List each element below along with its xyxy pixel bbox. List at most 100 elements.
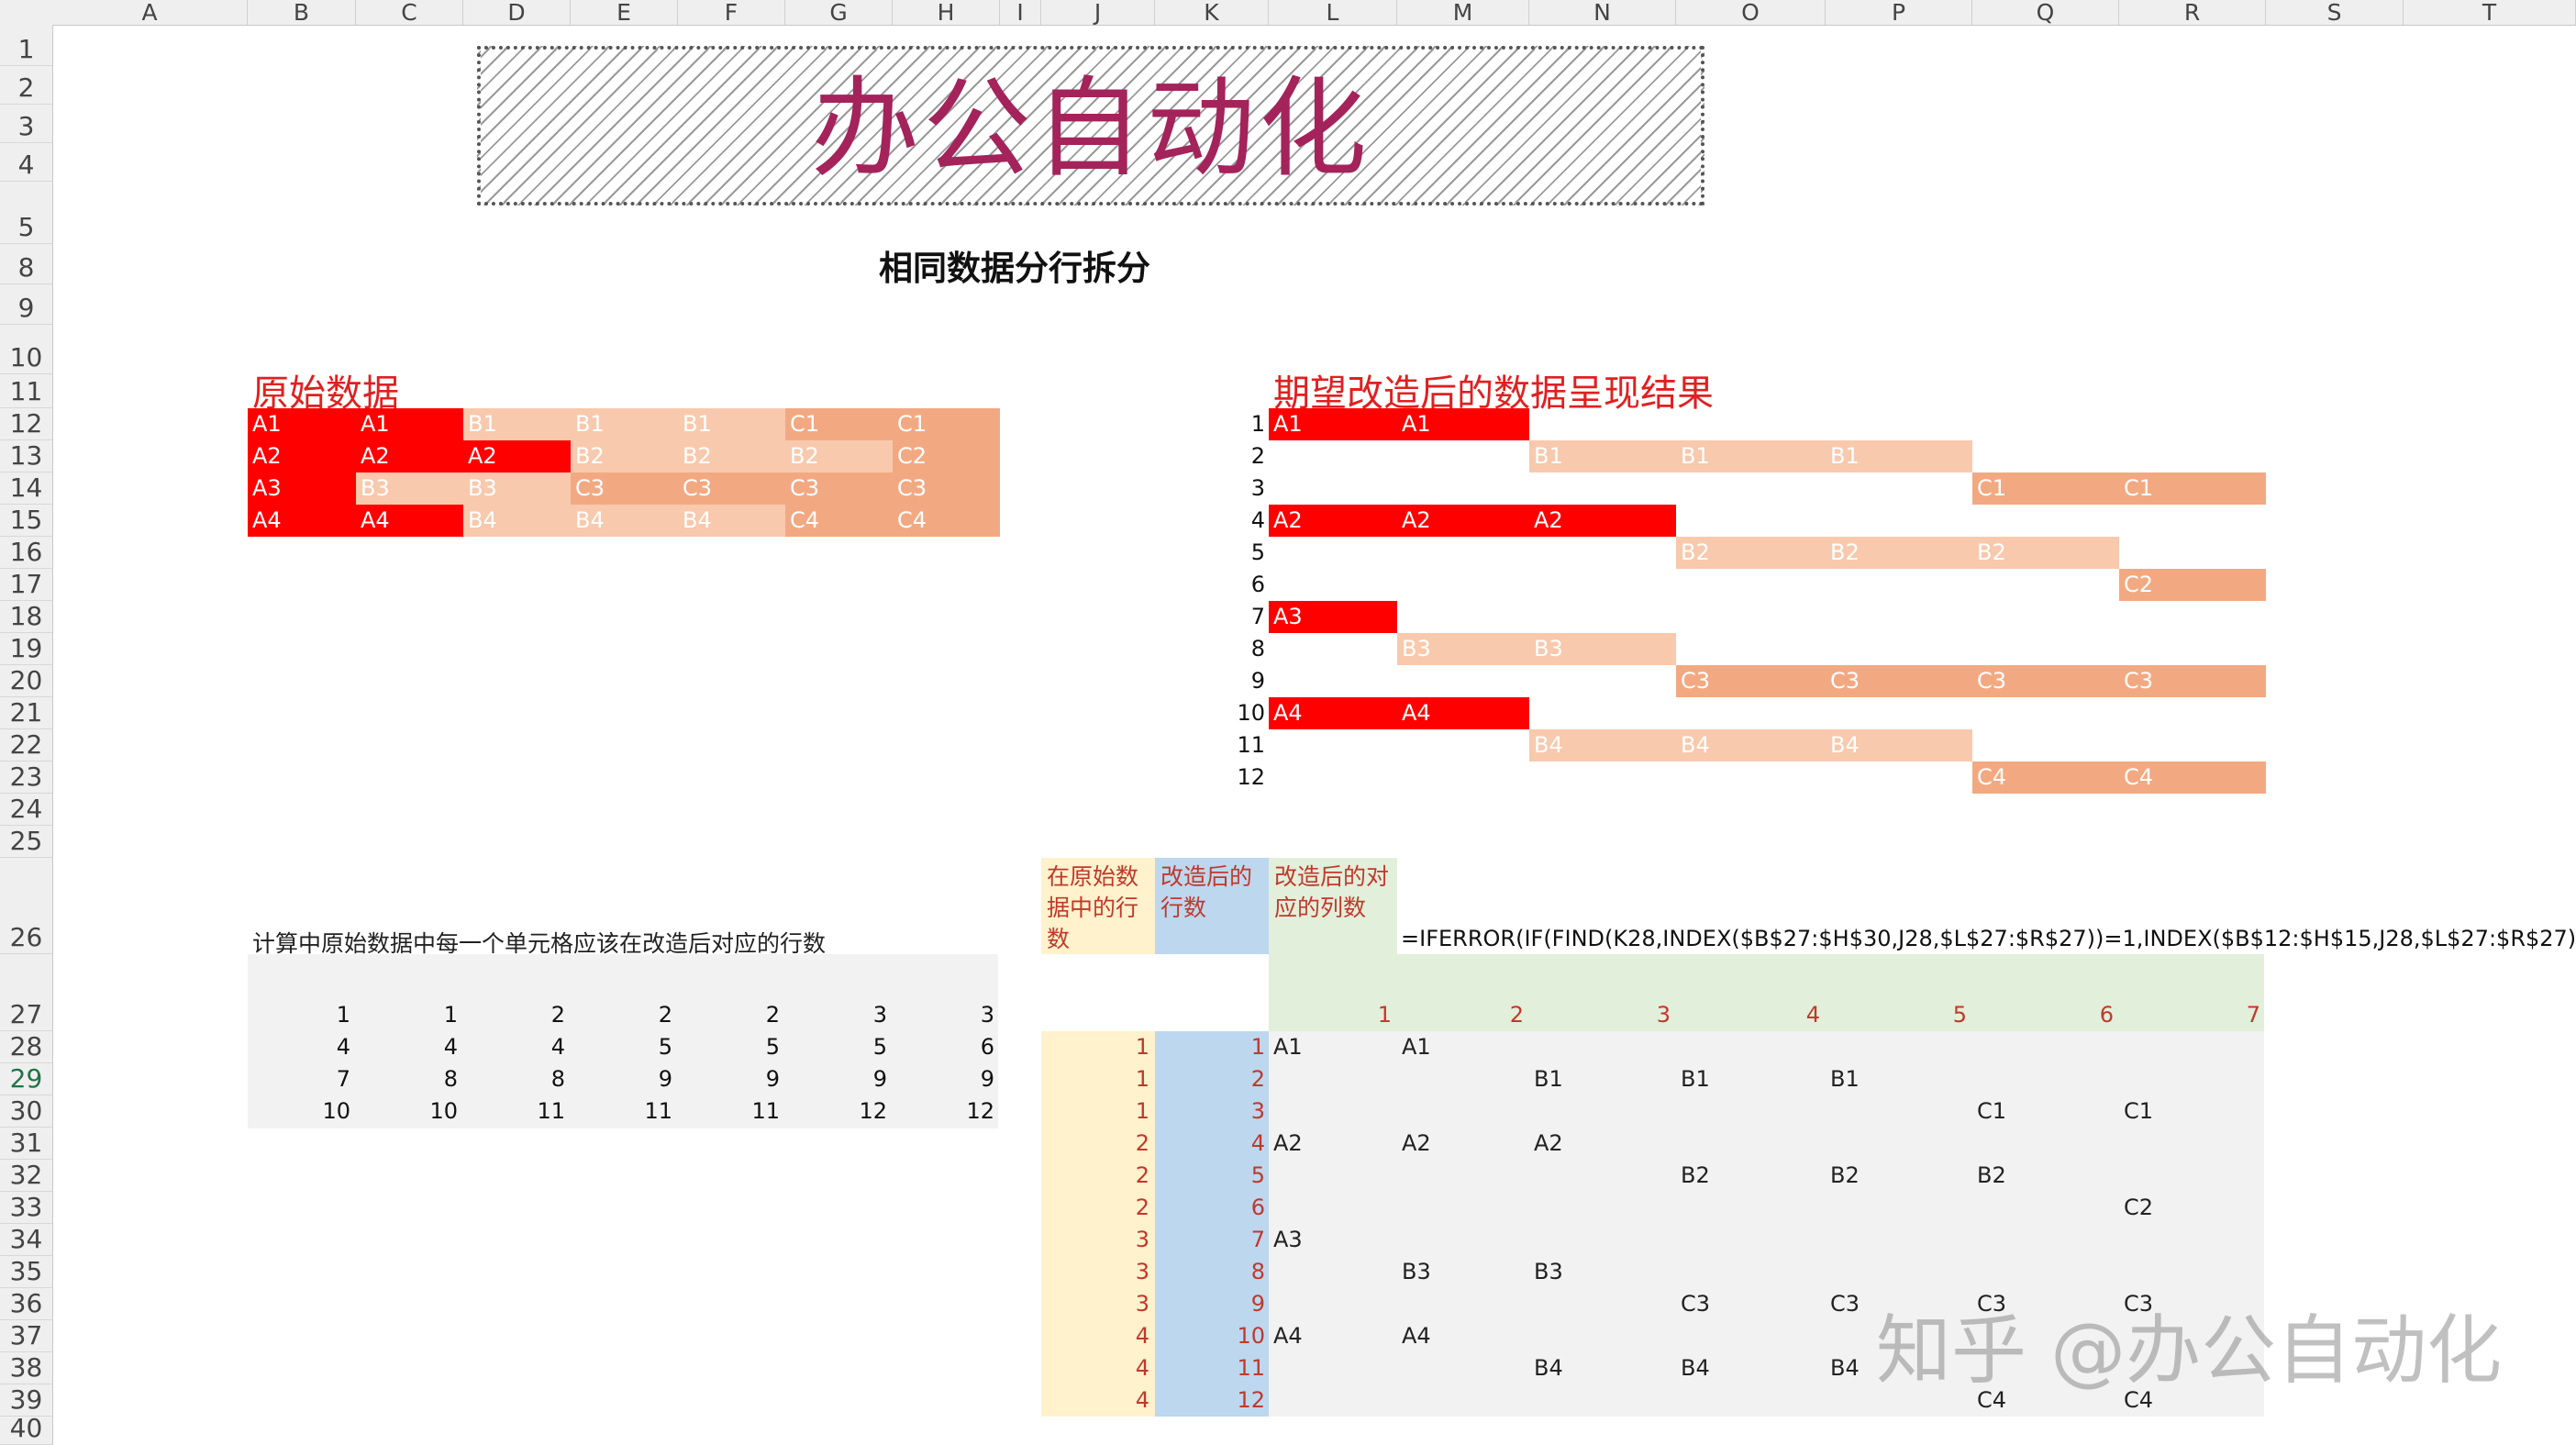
column-header-t[interactable]: T bbox=[2404, 0, 2576, 25]
calc-cell[interactable]: 9 bbox=[571, 1063, 678, 1095]
calc-cell[interactable]: 4 bbox=[356, 1031, 463, 1063]
expected-cell[interactable]: A4 bbox=[1397, 697, 1529, 729]
original-cell[interactable]: A2 bbox=[356, 440, 463, 472]
orig-row-cell[interactable]: 1 bbox=[1041, 1095, 1155, 1128]
original-cell[interactable]: A1 bbox=[356, 408, 463, 440]
calc-cell[interactable]: 8 bbox=[463, 1063, 571, 1095]
expected-cell[interactable]: C3 bbox=[2119, 665, 2266, 697]
new-row-cell[interactable]: 3 bbox=[1155, 1095, 1269, 1128]
row-header-18[interactable]: 18 bbox=[0, 601, 52, 633]
column-header-p[interactable]: P bbox=[1826, 0, 1972, 25]
orig-row-cell[interactable]: 2 bbox=[1041, 1160, 1155, 1192]
row-header-35[interactable]: 35 bbox=[0, 1256, 52, 1288]
expected-cell[interactable]: B2 bbox=[1826, 537, 1972, 569]
orig-row-cell[interactable]: 2 bbox=[1041, 1128, 1155, 1160]
orig-row-cell[interactable]: 2 bbox=[1041, 1192, 1155, 1224]
calc-cell[interactable]: 11 bbox=[463, 1095, 571, 1128]
result-cell[interactable]: A2 bbox=[1397, 1128, 1529, 1160]
original-cell[interactable]: A3 bbox=[248, 472, 356, 505]
expected-cell[interactable]: A1 bbox=[1397, 408, 1529, 440]
new-row-cell[interactable]: 7 bbox=[1155, 1224, 1269, 1256]
col-number-cell[interactable]: 2 bbox=[1397, 999, 1529, 1031]
expected-cell[interactable]: B2 bbox=[1972, 537, 2119, 569]
column-header-q[interactable]: Q bbox=[1972, 0, 2119, 25]
result-cell[interactable]: A2 bbox=[1529, 1128, 1676, 1160]
row-header-16[interactable]: 16 bbox=[0, 537, 52, 569]
column-header-c[interactable]: C bbox=[356, 0, 463, 25]
row-header-2[interactable]: 2 bbox=[0, 66, 52, 105]
original-cell[interactable]: B3 bbox=[356, 472, 463, 505]
original-cell[interactable]: B2 bbox=[571, 440, 678, 472]
result-cell[interactable]: A3 bbox=[1269, 1224, 1397, 1256]
calc-cell[interactable]: 5 bbox=[785, 1031, 893, 1063]
expected-cell[interactable]: C3 bbox=[1972, 665, 2119, 697]
orig-row-cell[interactable]: 1 bbox=[1041, 1063, 1155, 1095]
row-header-22[interactable]: 22 bbox=[0, 729, 52, 761]
column-header-d[interactable]: D bbox=[463, 0, 571, 25]
new-row-cell[interactable]: 8 bbox=[1155, 1256, 1269, 1288]
col-number-cell[interactable]: 4 bbox=[1676, 999, 1826, 1031]
new-row-cell[interactable]: 2 bbox=[1155, 1063, 1269, 1095]
orig-row-cell[interactable]: 4 bbox=[1041, 1352, 1155, 1384]
original-cell[interactable]: C3 bbox=[893, 472, 1000, 505]
formula-text[interactable]: =IFERROR(IF(FIND(K28,INDEX($B$27:$H$30,J… bbox=[1401, 926, 2576, 951]
calc-cell[interactable]: 2 bbox=[463, 999, 571, 1031]
expected-cell[interactable]: A3 bbox=[1269, 601, 1397, 633]
calc-cell[interactable]: 1 bbox=[356, 999, 463, 1031]
row-header-38[interactable]: 38 bbox=[0, 1352, 52, 1384]
original-cell[interactable]: C3 bbox=[571, 472, 678, 505]
column-header-b[interactable]: B bbox=[248, 0, 356, 25]
original-cell[interactable]: A4 bbox=[356, 505, 463, 537]
expected-cell[interactable]: A4 bbox=[1269, 697, 1397, 729]
calc-cell[interactable]: 10 bbox=[356, 1095, 463, 1128]
calc-cell[interactable]: 5 bbox=[571, 1031, 678, 1063]
expected-cell[interactable]: B1 bbox=[1529, 440, 1676, 472]
calc-cell[interactable]: 8 bbox=[356, 1063, 463, 1095]
row-header-36[interactable]: 36 bbox=[0, 1288, 52, 1320]
column-header-j[interactable]: J bbox=[1041, 0, 1155, 25]
original-cell[interactable]: B4 bbox=[463, 505, 571, 537]
expected-cell[interactable]: C3 bbox=[1676, 665, 1826, 697]
row-header-39[interactable]: 39 bbox=[0, 1384, 52, 1417]
row-header-4[interactable]: 4 bbox=[0, 143, 52, 182]
calc-cell[interactable]: 3 bbox=[785, 999, 893, 1031]
row-header-23[interactable]: 23 bbox=[0, 761, 52, 794]
original-cell[interactable]: C3 bbox=[785, 472, 893, 505]
original-cell[interactable]: A2 bbox=[463, 440, 571, 472]
col-number-cell[interactable]: 1 bbox=[1269, 999, 1397, 1031]
row-header-17[interactable]: 17 bbox=[0, 569, 52, 601]
row-header-37[interactable]: 37 bbox=[0, 1320, 52, 1352]
orig-row-cell[interactable]: 4 bbox=[1041, 1384, 1155, 1417]
original-cell[interactable]: B1 bbox=[463, 408, 571, 440]
row-header-34[interactable]: 34 bbox=[0, 1224, 52, 1256]
expected-cell[interactable]: B1 bbox=[1826, 440, 1972, 472]
expected-cell[interactable]: B3 bbox=[1397, 633, 1529, 665]
calc-cell[interactable]: 9 bbox=[785, 1063, 893, 1095]
row-header-21[interactable]: 21 bbox=[0, 697, 52, 729]
row-header-31[interactable]: 31 bbox=[0, 1128, 52, 1160]
row-header-30[interactable]: 30 bbox=[0, 1095, 52, 1128]
row-header-5[interactable]: 5 bbox=[0, 182, 52, 244]
column-header-n[interactable]: N bbox=[1529, 0, 1676, 25]
row-header-11[interactable]: 11 bbox=[0, 374, 52, 408]
row-header-14[interactable]: 14 bbox=[0, 472, 52, 505]
original-cell[interactable]: C4 bbox=[785, 505, 893, 537]
new-row-cell[interactable]: 5 bbox=[1155, 1160, 1269, 1192]
original-cell[interactable]: B4 bbox=[571, 505, 678, 537]
calc-cell[interactable]: 2 bbox=[678, 999, 785, 1031]
calc-cell[interactable]: 11 bbox=[571, 1095, 678, 1128]
new-row-cell[interactable]: 6 bbox=[1155, 1192, 1269, 1224]
calc-cell[interactable]: 1 bbox=[248, 999, 356, 1031]
expected-cell[interactable]: B2 bbox=[1676, 537, 1826, 569]
orig-row-cell[interactable]: 1 bbox=[1041, 1031, 1155, 1063]
column-header-i[interactable]: I bbox=[1000, 0, 1041, 25]
result-cell[interactable]: B4 bbox=[1529, 1352, 1676, 1384]
col-number-header[interactable]: 改造后的对应的列数 bbox=[1269, 858, 1397, 954]
new-row-cell[interactable]: 9 bbox=[1155, 1288, 1269, 1320]
expected-cell[interactable]: C4 bbox=[1972, 761, 2119, 794]
expected-cell[interactable]: B4 bbox=[1826, 729, 1972, 761]
expected-cell[interactable]: B3 bbox=[1529, 633, 1676, 665]
col-number-cell[interactable]: 7 bbox=[2119, 999, 2266, 1031]
orig-row-cell[interactable]: 3 bbox=[1041, 1224, 1155, 1256]
original-cell[interactable]: B3 bbox=[463, 472, 571, 505]
